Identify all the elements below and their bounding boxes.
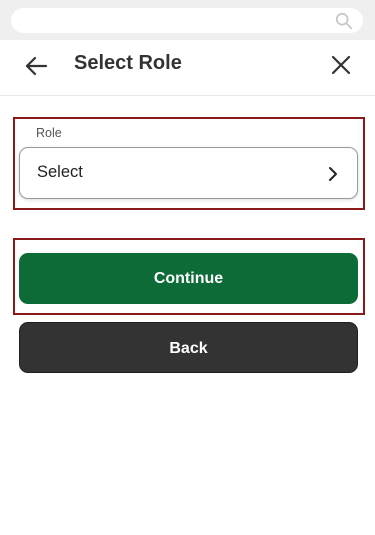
chevron-right-icon (329, 167, 337, 181)
page-header: Select Role (0, 40, 375, 96)
back-button[interactable]: Back (19, 322, 358, 373)
role-label: Role (36, 126, 62, 140)
close-icon[interactable] (327, 51, 355, 79)
role-select-value: Select (37, 163, 83, 181)
top-search-strip (0, 0, 375, 40)
continue-button[interactable]: Continue (19, 253, 358, 304)
page-title: Select Role (74, 52, 182, 74)
search-bar[interactable] (11, 8, 363, 33)
arrow-left-icon[interactable] (22, 52, 50, 80)
role-select[interactable]: Select (19, 147, 358, 199)
search-icon[interactable] (335, 12, 353, 30)
